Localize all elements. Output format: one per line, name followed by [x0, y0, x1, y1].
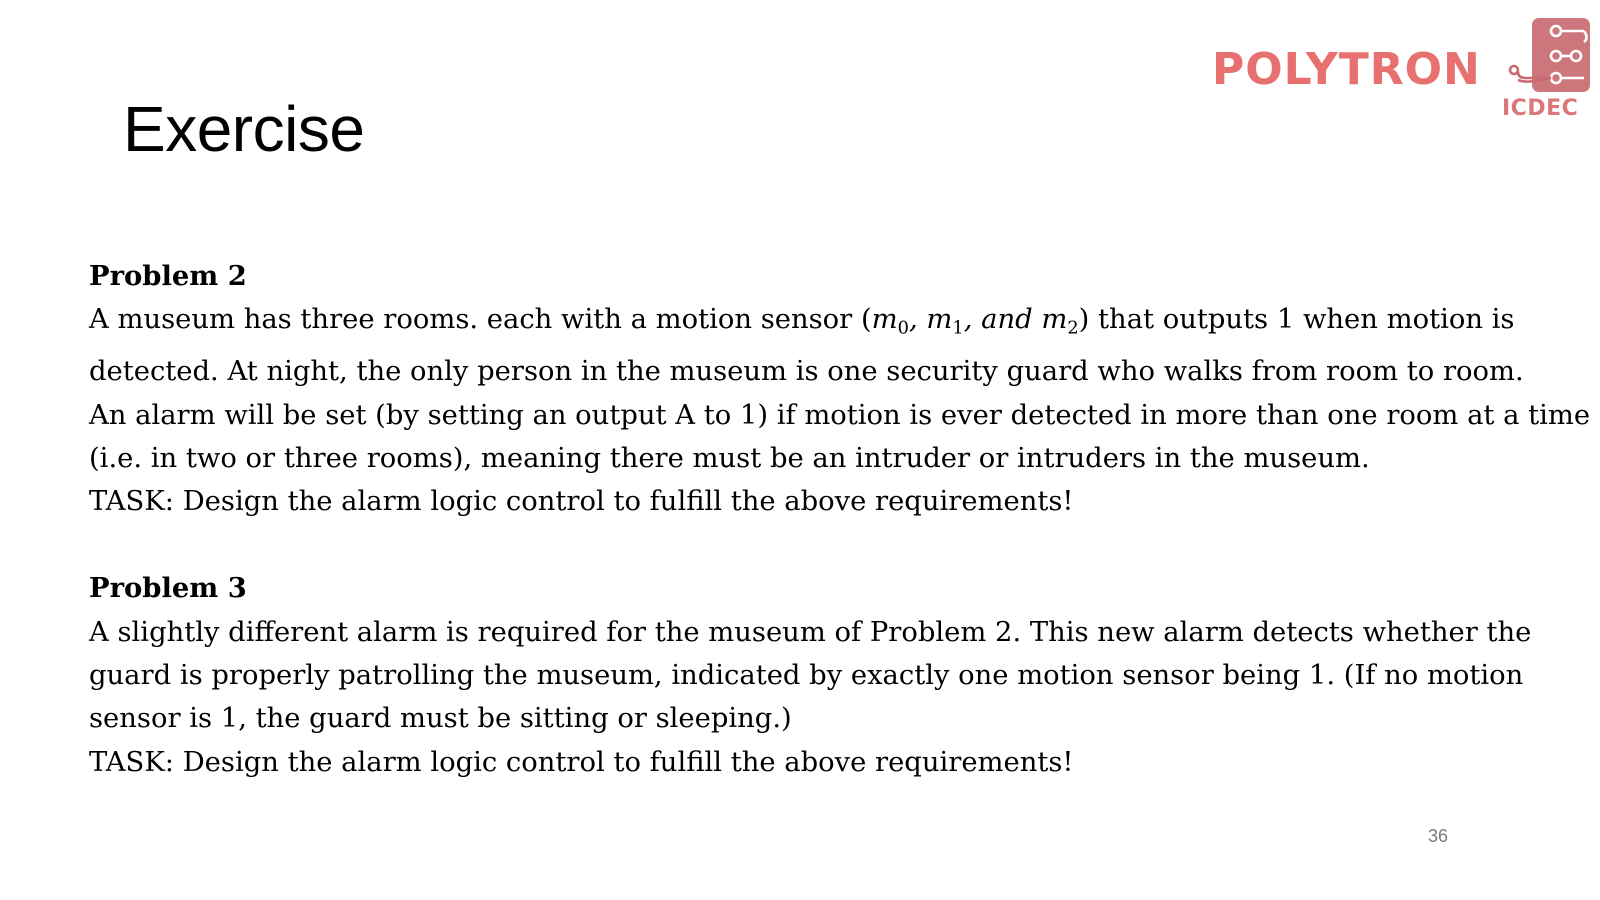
math-word: and	[981, 304, 1033, 336]
problem-2-line: A museum has three rooms. each with a mo…	[89, 298, 1549, 350]
polytron-logo: POLYTRON ICDEC	[1212, 18, 1590, 130]
logo-subtitle: ICDEC	[1502, 96, 1579, 121]
slide: Exercise POLYTRON ICDEC Problem 2 A muse…	[0, 0, 1600, 900]
math-subscript: 2	[1067, 317, 1079, 339]
math-var: m	[1041, 304, 1068, 336]
problem-2-task: TASK: Design the alarm logic control to …	[89, 486, 1074, 518]
problem-2-line: An alarm will be set (by setting an outp…	[89, 399, 1591, 431]
problem-3-line: guard is properly patrolling the museum,…	[89, 659, 1524, 691]
circuit-trace-icon	[1508, 18, 1590, 92]
math-var: m	[871, 304, 898, 336]
text-span: ) that outputs 1 when motion is	[1078, 304, 1515, 336]
text-span: A museum has three rooms. each with a mo…	[89, 304, 872, 336]
page-number: 36	[1428, 826, 1449, 846]
math-subscript: 0	[897, 317, 909, 339]
math-subscript: 1	[952, 317, 964, 339]
problem-3-heading: Problem 3	[89, 572, 247, 605]
problem-3-line: sensor is 1, the guard must be sitting o…	[89, 703, 792, 735]
math-var: m	[926, 304, 953, 336]
problem-2-line: detected. At night, the only person in t…	[89, 356, 1524, 388]
logo-wordmark: POLYTRON	[1212, 44, 1481, 95]
problem-2-heading: Problem 2	[89, 260, 247, 292]
slide-title: Exercise	[123, 93, 365, 165]
slide-body: Problem 2 A museum has three rooms. each…	[89, 255, 1591, 784]
problem-3-line: A slightly different alarm is required f…	[89, 616, 1532, 648]
math-expression: m0, m1, and m2	[871, 304, 1079, 339]
problem-3-task: TASK: Design the alarm logic control to …	[89, 746, 1074, 778]
problem-2-line: (i.e. in two or three rooms), meaning th…	[89, 442, 1370, 474]
